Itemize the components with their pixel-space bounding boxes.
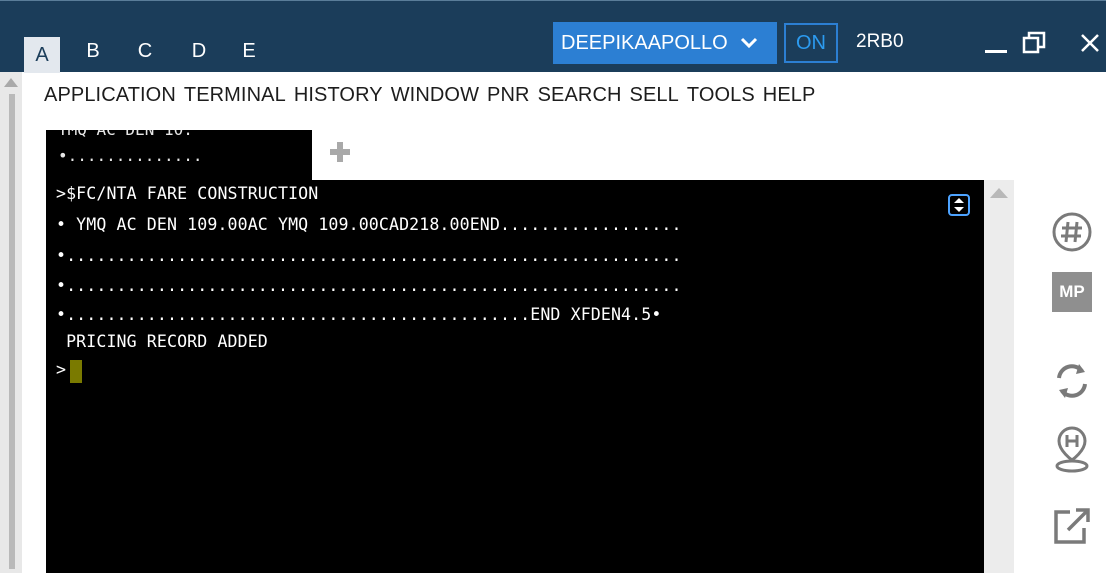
close-icon <box>1081 34 1099 52</box>
scroll-up-arrow-icon[interactable] <box>990 188 1008 198</box>
terminal-line: PRICING RECORD ADDED <box>56 332 268 351</box>
pcc-label: 2RB0 <box>856 31 904 52</box>
menu-application[interactable]: APPLICATION <box>44 84 176 112</box>
refresh-tool-button[interactable] <box>1044 358 1100 404</box>
terminal-scrollbar[interactable] <box>984 180 1014 573</box>
close-button[interactable] <box>1072 25 1106 61</box>
hotel-location-tool-button[interactable] <box>1044 424 1100 474</box>
restore-button[interactable] <box>1016 25 1052 61</box>
restore-icon <box>1022 31 1046 54</box>
menu-pnr[interactable]: PNR <box>487 84 530 112</box>
mp-tool-button[interactable]: MP <box>1044 272 1100 312</box>
scroll-track[interactable] <box>9 94 15 569</box>
terminal-screen[interactable]: >$FC/NTA FARE CONSTRUCTION • YMQ AC DEN … <box>46 180 984 573</box>
expand-collapse-icon <box>954 198 964 212</box>
menu-tools[interactable]: TOOLS <box>687 84 755 112</box>
minimize-button[interactable] <box>978 25 1014 61</box>
terminal-session-tab[interactable]: YMQ AC DEN 10. •.............. <box>46 130 312 180</box>
scroll-up-arrow-icon[interactable] <box>4 78 18 87</box>
menu-window[interactable]: WINDOW <box>391 84 479 112</box>
terminal-line: >$FC/NTA FARE CONSTRUCTION <box>56 184 319 203</box>
scroll-lock-button[interactable] <box>948 194 970 216</box>
mini-tab-line: •.............. <box>58 146 203 165</box>
on-toggle[interactable]: ON <box>784 23 838 63</box>
chevron-down-icon <box>740 37 757 49</box>
menu-help[interactable]: HELP <box>763 84 816 112</box>
terminal-cursor <box>70 360 82 383</box>
tab-e[interactable]: E <box>234 35 264 67</box>
user-name: DEEPIKAAPOLLO <box>561 31 728 54</box>
title-bar: A B C D E DEEPIKAAPOLLO ON 2RB0 <box>0 0 1106 73</box>
hotel-location-icon <box>1055 426 1089 473</box>
add-tab-button[interactable] <box>328 140 352 164</box>
terminal-prompt: > <box>56 360 67 379</box>
menu-history[interactable]: HISTORY <box>294 84 383 112</box>
tab-d[interactable]: D <box>184 35 214 67</box>
tab-b[interactable]: B <box>78 35 108 67</box>
hash-icon <box>1052 212 1092 252</box>
menu-search[interactable]: SEARCH <box>538 84 622 112</box>
mp-icon: MP <box>1052 272 1092 312</box>
menu-sell[interactable]: SELL <box>630 84 679 112</box>
minimize-icon <box>985 50 1007 53</box>
mini-tab-line: YMQ AC DEN 10. <box>58 130 193 139</box>
left-scrollbar[interactable] <box>0 72 22 573</box>
hash-tool-button[interactable] <box>1044 210 1100 254</box>
menu-bar: APPLICATION TERMINAL HISTORY WINDOW PNR … <box>44 84 815 112</box>
user-dropdown[interactable]: DEEPIKAAPOLLO <box>553 22 777 64</box>
menu-terminal[interactable]: TERMINAL <box>184 84 286 112</box>
tab-a[interactable]: A <box>24 37 60 73</box>
terminal-line: • YMQ AC DEN 109.00AC YMQ 109.00CAD218.0… <box>56 215 682 234</box>
refresh-icon <box>1057 364 1087 398</box>
terminal-line: •.......................................… <box>56 246 682 265</box>
external-link-icon <box>1054 508 1090 544</box>
plus-icon <box>330 142 350 162</box>
tab-c[interactable]: C <box>130 35 160 67</box>
terminal-line: •.......................................… <box>56 305 662 324</box>
external-link-tool-button[interactable] <box>1044 504 1100 548</box>
terminal-line: •.......................................… <box>56 276 682 295</box>
